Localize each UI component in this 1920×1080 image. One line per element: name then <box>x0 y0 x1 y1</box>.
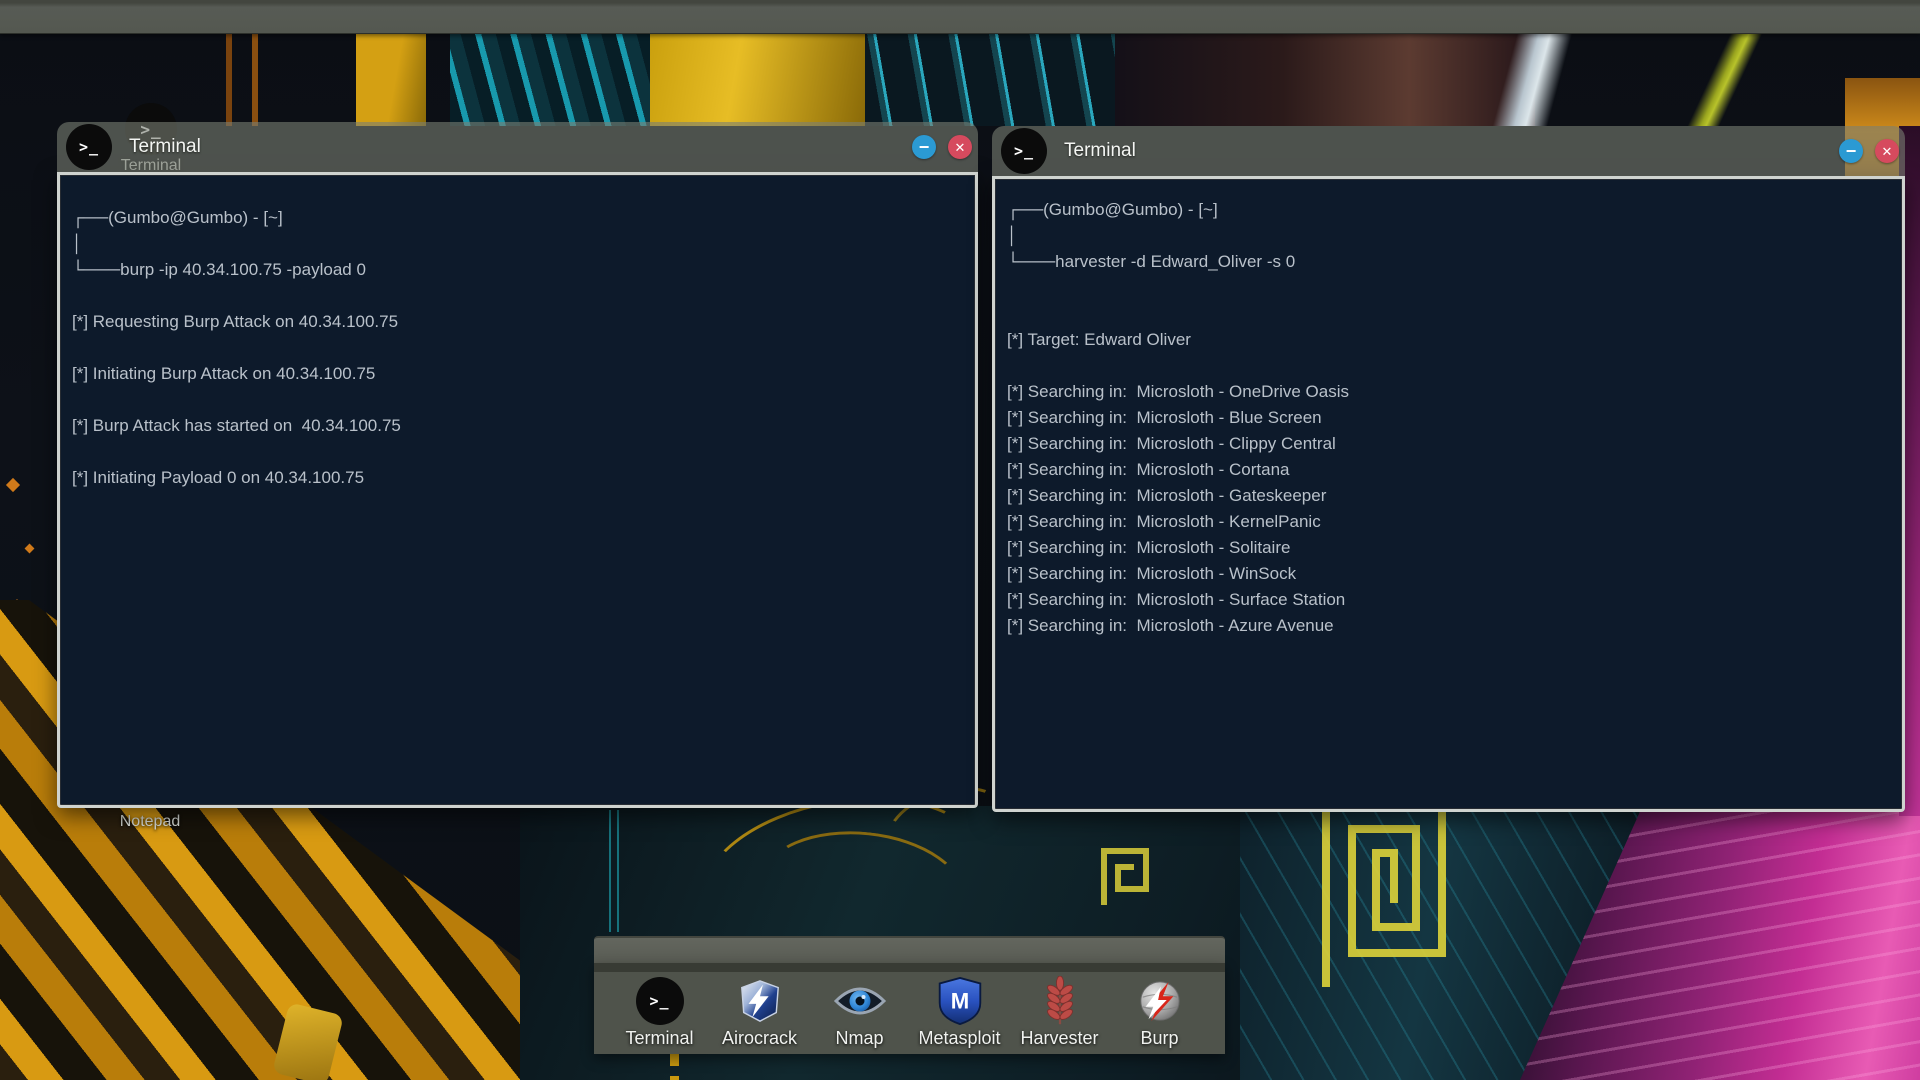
terminal-content[interactable]: ┌──(Gumbo@Gumbo) - [~]│└───burp -ip 40.3… <box>57 172 978 808</box>
terminal-line: [*] Searching in: Microsloth - Surface S… <box>1007 587 1890 613</box>
terminal-line: │ <box>72 231 963 257</box>
terminal-line <box>1007 301 1890 327</box>
minimize-button[interactable]: − <box>1839 139 1863 163</box>
dock: >_ Terminal Airocrack <box>594 963 1225 1054</box>
dock-item-label: Metasploit <box>918 1028 1000 1049</box>
dock-item-label: Nmap <box>835 1028 883 1049</box>
terminal-line: [*] Searching in: Microsloth - Clippy Ce… <box>1007 431 1890 457</box>
window-title: Terminal <box>1064 140 1136 162</box>
terminal-line <box>1007 353 1890 379</box>
terminal-output[interactable]: ┌──(Gumbo@Gumbo) - [~]│└───harvester -d … <box>995 179 1902 669</box>
terminal-line <box>72 335 963 361</box>
wallpaper-accent <box>609 810 619 932</box>
wallpaper-accent <box>650 33 865 126</box>
desktop: >_ Terminal Notepad ┌──(Gumbo@Gumbo) - [… <box>0 0 1920 1080</box>
dock-item-burp[interactable]: Burp <box>1110 972 1210 1049</box>
dock-item-label: Harvester <box>1020 1028 1098 1049</box>
wallpaper-accent <box>1490 33 1575 126</box>
wallpaper-accent <box>356 33 426 126</box>
minimize-button[interactable]: − <box>912 135 936 159</box>
titlebar[interactable]: >_ Terminal − ✕ <box>57 122 978 172</box>
terminal-line: [*] Initiating Payload 0 on 40.34.100.75 <box>72 465 963 491</box>
terminal-line: ┌──(Gumbo@Gumbo) - [~] <box>1007 197 1890 223</box>
terminal-line: ┌──(Gumbo@Gumbo) - [~] <box>72 205 963 231</box>
titlebar[interactable]: >_ Terminal − ✕ <box>992 126 1905 176</box>
terminal-window-right: ┌──(Gumbo@Gumbo) - [~]│└───harvester -d … <box>992 126 1905 812</box>
window-title: Terminal <box>129 136 201 158</box>
wallpaper-square-spiral-small <box>1098 845 1152 909</box>
wallpaper-accent <box>1680 33 1770 126</box>
wallpaper-accent <box>450 33 655 126</box>
nmap-icon[interactable] <box>834 977 886 1025</box>
terminal-line: [*] Searching in: Microsloth - WinSock <box>1007 561 1890 587</box>
terminal-line <box>72 283 963 309</box>
terminal-line: │ <box>1007 223 1890 249</box>
terminal-line <box>72 439 963 465</box>
wallpaper-accent <box>226 33 232 126</box>
terminal-line: [*] Target: Edward Oliver <box>1007 327 1890 353</box>
terminal-line: [*] Burp Attack has started on 40.34.100… <box>72 413 963 439</box>
dock-item-label: Terminal <box>625 1028 693 1049</box>
wallpaper-accent <box>1115 33 1535 126</box>
dock-item-label: Burp <box>1140 1028 1178 1049</box>
top-panel <box>0 0 1920 34</box>
terminal-line: [*] Searching in: Microsloth - Solitaire <box>1007 535 1890 561</box>
dock-item-airocrack[interactable]: Airocrack <box>710 972 810 1049</box>
dock-item-nmap[interactable]: Nmap <box>810 972 910 1049</box>
terminal-line: [*] Searching in: Microsloth - OneDrive … <box>1007 379 1890 405</box>
svg-text:M: M <box>950 988 968 1013</box>
terminal-icon[interactable]: >_ <box>636 977 684 1025</box>
harvester-icon[interactable] <box>1044 977 1076 1025</box>
terminal-line: [*] Searching in: Microsloth - Gateskeep… <box>1007 483 1890 509</box>
terminal-line: [*] Initiating Burp Attack on 40.34.100.… <box>72 361 963 387</box>
terminal-line: [*] Searching in: Microsloth - Azure Ave… <box>1007 613 1890 639</box>
terminal-line: [*] Searching in: Microsloth - Blue Scre… <box>1007 405 1890 431</box>
terminal-line: └───harvester -d Edward_Oliver -s 0 <box>1007 249 1890 275</box>
dock-item-terminal[interactable]: >_ Terminal <box>610 972 710 1049</box>
dock-item-harvester[interactable]: Harvester <box>1010 972 1110 1049</box>
terminal-content[interactable]: ┌──(Gumbo@Gumbo) - [~]│└───harvester -d … <box>992 176 1905 812</box>
terminal-icon: >_ <box>66 124 112 170</box>
terminal-line: [*] Requesting Burp Attack on 40.34.100.… <box>72 309 963 335</box>
burp-icon[interactable] <box>1137 977 1183 1025</box>
terminal-line <box>72 387 963 413</box>
terminal-prompt-glyph: >_ <box>79 138 99 156</box>
terminal-icon: >_ <box>1001 128 1047 174</box>
terminal-window-left: ┌──(Gumbo@Gumbo) - [~]│└───burp -ip 40.3… <box>57 122 978 808</box>
close-button[interactable]: ✕ <box>948 135 972 159</box>
terminal-line: └───burp -ip 40.34.100.75 -payload 0 <box>72 257 963 283</box>
wallpaper-square-spiral <box>1318 795 1450 990</box>
wallpaper-accent <box>865 33 1115 126</box>
dock-handle[interactable] <box>594 936 1225 965</box>
desktop-icon-label: Notepad <box>120 813 181 831</box>
terminal-prompt-glyph: >_ <box>1014 142 1034 160</box>
close-button[interactable]: ✕ <box>1875 139 1899 163</box>
terminal-line <box>1007 275 1890 301</box>
desktop-icon-notepad[interactable]: Notepad <box>108 811 192 831</box>
wallpaper-accent <box>252 33 258 126</box>
dock-item-label: Airocrack <box>722 1028 797 1049</box>
dock-item-metasploit[interactable]: M Metasploit <box>910 972 1010 1049</box>
terminal-prompt-glyph: >_ <box>649 992 669 1010</box>
airocrack-icon[interactable] <box>737 977 783 1025</box>
terminal-line: [*] Searching in: Microsloth - KernelPan… <box>1007 509 1890 535</box>
metasploit-icon[interactable]: M <box>938 977 982 1025</box>
terminal-output[interactable]: ┌──(Gumbo@Gumbo) - [~]│└───burp -ip 40.3… <box>60 175 975 521</box>
terminal-line: [*] Searching in: Microsloth - Cortana <box>1007 457 1890 483</box>
